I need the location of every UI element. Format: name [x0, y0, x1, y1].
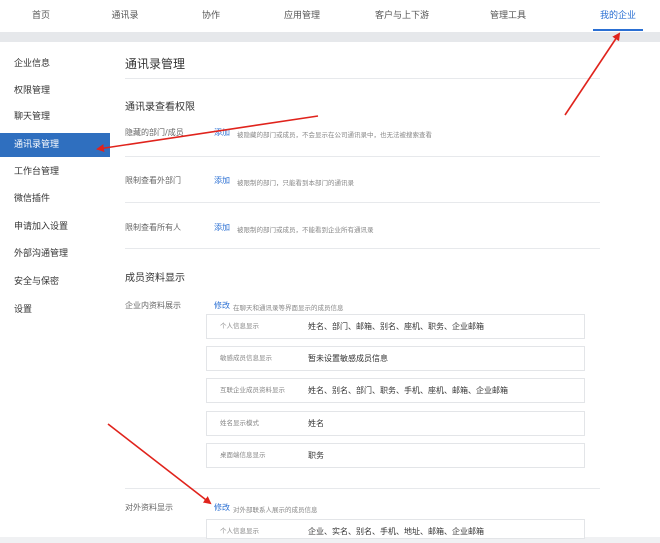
- nav-home[interactable]: 首页: [23, 0, 59, 32]
- info-box-value: 姓名: [308, 419, 324, 428]
- info-box: 互联企业成员资料显示 姓名、别名、部门、职务、手机、座机、邮箱、企业邮箱: [206, 378, 585, 403]
- restrict-all-add-link[interactable]: 添加: [214, 222, 230, 233]
- member-display-title: 成员资料显示: [125, 273, 185, 284]
- hidden-members-add-link[interactable]: 添加: [214, 127, 230, 138]
- nav-app-management[interactable]: 应用管理: [277, 0, 327, 32]
- sidebar-item-workbench[interactable]: 工作台管理: [0, 160, 110, 184]
- restrict-external-dept-label: 限制查看外部门: [125, 176, 181, 185]
- nav-my-enterprise[interactable]: 我的企业: [593, 0, 643, 32]
- info-box-key: 个人信息显示: [220, 322, 259, 330]
- hidden-members-desc: 被隐藏的部门或成员，不会显示在公司通讯录中，也无法被搜索查看: [237, 131, 432, 139]
- sidebar-item-contacts-management[interactable]: 通讯录管理: [0, 133, 110, 157]
- info-box-value: 姓名、部门、邮箱、别名、座机、职务、企业邮箱: [308, 322, 484, 331]
- info-box-key: 姓名显示模式: [220, 419, 259, 427]
- internal-display-desc: 在聊天和通讯录等界面显示的成员信息: [233, 304, 344, 312]
- info-box-key: 敏感成员信息显示: [220, 354, 272, 362]
- sidebar-item-chat[interactable]: 聊天管理: [0, 105, 110, 129]
- nav-customers[interactable]: 客户与上下游: [367, 0, 437, 32]
- sidebar-item-external-communication[interactable]: 外部沟通管理: [0, 242, 110, 266]
- info-box: 桌面端信息显示 职务: [206, 443, 585, 468]
- external-display-desc: 对外部联系人展示的成员信息: [233, 506, 318, 514]
- restrict-external-dept-add-link[interactable]: 添加: [214, 175, 230, 186]
- info-box-key: 个人信息显示: [220, 527, 259, 535]
- page-title: 通讯录管理: [125, 57, 186, 71]
- sidebar-item-security[interactable]: 安全与保密: [0, 270, 110, 294]
- row-divider: [125, 156, 600, 157]
- section-divider: [125, 488, 600, 489]
- sidebar-item-permissions[interactable]: 权限管理: [0, 79, 110, 103]
- info-box-key: 桌面端信息显示: [220, 451, 266, 459]
- sidebar-item-wechat-plugin[interactable]: 微信插件: [0, 187, 110, 211]
- info-box: 敏感成员信息显示 暂未设置敏感成员信息: [206, 346, 585, 371]
- internal-display-edit-link[interactable]: 修改: [214, 300, 230, 311]
- nav-contacts[interactable]: 通讯录: [103, 0, 147, 32]
- restrict-external-dept-desc: 被限制的部门，只能看到本部门的通讯录: [237, 179, 354, 187]
- row-divider: [125, 202, 600, 203]
- internal-display-label: 企业内资料展示: [125, 301, 181, 310]
- external-display-label: 对外资料显示: [125, 503, 173, 512]
- sidebar-item-join-settings[interactable]: 申请加入设置: [0, 215, 110, 239]
- nav-collaboration[interactable]: 协作: [194, 0, 228, 32]
- external-display-edit-link[interactable]: 修改: [214, 502, 230, 513]
- info-box-value: 职务: [308, 451, 324, 460]
- restrict-all-desc: 被限制的部门或成员，不能看到企业所有通讯录: [237, 226, 374, 234]
- info-box-key: 互联企业成员资料显示: [220, 386, 285, 394]
- top-navigation: 首页 通讯录 协作 应用管理 客户与上下游 管理工具 我的企业: [0, 0, 660, 33]
- sidebar-item-enterprise-info[interactable]: 企业信息: [0, 52, 110, 76]
- info-box: 个人信息显示 姓名、部门、邮箱、别名、座机、职务、企业邮箱: [206, 314, 585, 339]
- info-box-value: 姓名、别名、部门、职务、手机、座机、邮箱、企业邮箱: [308, 386, 508, 395]
- view-permission-title: 通讯录查看权限: [125, 102, 195, 113]
- info-box: 个人信息显示 企业、实名、别名、手机、地址、邮箱、企业邮箱: [206, 519, 585, 539]
- row-divider: [125, 248, 600, 249]
- header-band: [0, 32, 660, 42]
- restrict-all-label: 限制查看所有人: [125, 223, 181, 232]
- info-box: 姓名显示模式 姓名: [206, 411, 585, 436]
- hidden-members-label: 隐藏的部门/成员: [125, 128, 184, 137]
- sidebar-item-settings[interactable]: 设置: [0, 298, 110, 322]
- title-divider: [125, 78, 600, 79]
- active-tab-indicator: [593, 29, 643, 31]
- sidebar: 企业信息 权限管理 聊天管理 通讯录管理 工作台管理 微信插件 申请加入设置 外…: [0, 42, 111, 537]
- info-box-value: 企业、实名、别名、手机、地址、邮箱、企业邮箱: [308, 527, 484, 536]
- info-box-value: 暂未设置敏感成员信息: [308, 354, 388, 363]
- nav-management-tools[interactable]: 管理工具: [483, 0, 533, 32]
